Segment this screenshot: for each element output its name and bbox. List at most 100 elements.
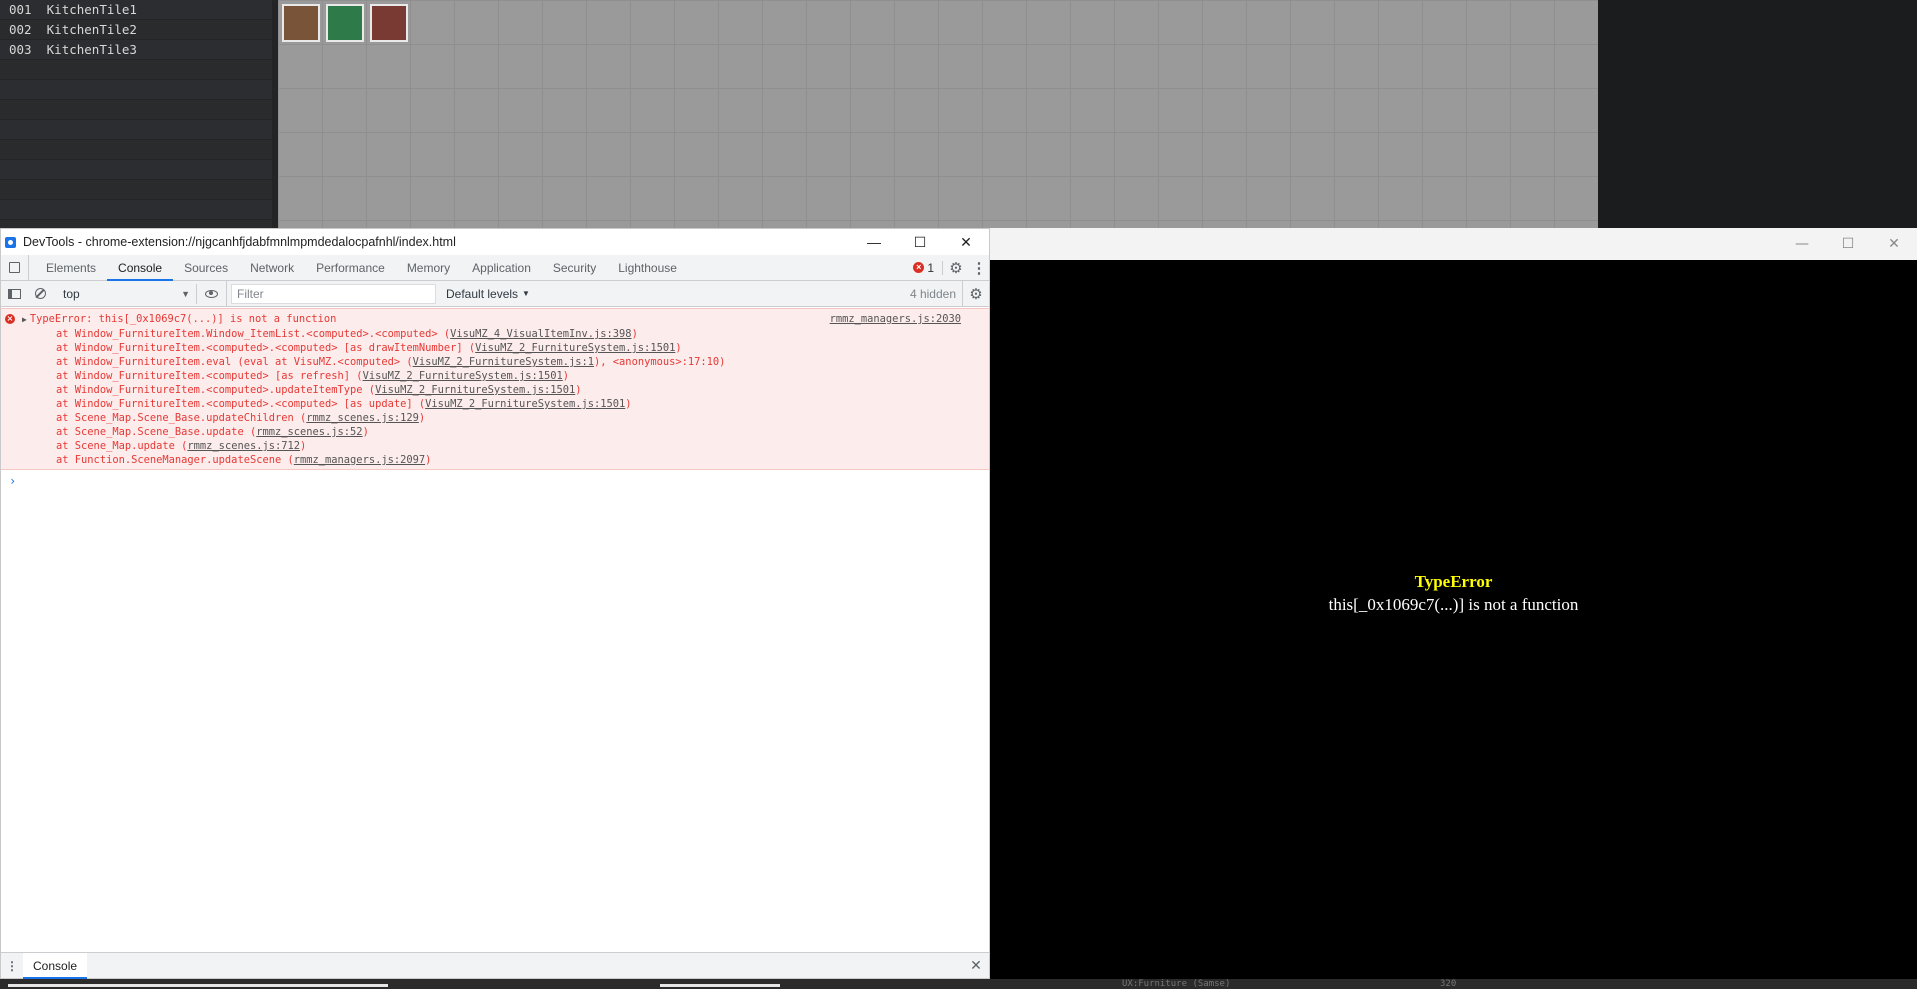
live-expression-eye-icon[interactable] <box>197 280 227 307</box>
console-error-message[interactable]: × rmmz_managers.js:2030 ▶ TypeError: this… <box>1 308 989 470</box>
list-item-empty[interactable] <box>0 120 272 140</box>
close-drawer-icon[interactable]: ✕ <box>963 957 989 974</box>
maximize-icon[interactable]: ☐ <box>1825 228 1871 260</box>
list-item[interactable]: 003 KitchenTile3 <box>0 40 272 60</box>
stack-frame-link[interactable]: rmmz_scenes.js:52 <box>256 426 362 438</box>
stack-frame-text: at Scene_Map.Scene_Base.updateChildren ( <box>31 412 307 424</box>
maximize-icon[interactable]: ☐ <box>897 229 943 255</box>
stack-frame-link[interactable]: VisuMZ_2_FurnitureSystem.js:1501 <box>425 398 625 410</box>
drawer-bar: ⋮ Console ✕ <box>1 952 989 979</box>
stack-frame-tail: ), <anonymous>:17:10) <box>594 356 726 368</box>
more-options-icon[interactable]: ⋮ <box>969 259 989 277</box>
minimize-icon[interactable]: — <box>1779 228 1825 260</box>
tile-swatch[interactable] <box>326 4 364 42</box>
console-prompt[interactable]: › <box>1 470 989 492</box>
stack-frame-link[interactable]: rmmz_scenes.js:712 <box>187 440 300 452</box>
list-item-empty[interactable] <box>0 200 272 220</box>
close-icon[interactable]: ✕ <box>943 229 989 255</box>
stack-frame: at Window_FurnitureItem.Window_ItemList.… <box>1 327 989 341</box>
stack-frame: at Window_FurnitureItem.<computed>.<comp… <box>1 397 989 411</box>
error-message-text: TypeError: this[_0x1069c7(...)] is not a… <box>29 313 337 325</box>
console-output[interactable]: × rmmz_managers.js:2030 ▶ TypeError: this… <box>1 308 989 952</box>
list-item-empty[interactable] <box>0 100 272 120</box>
tab-application[interactable]: Application <box>461 255 542 281</box>
stack-frame-tail: ) <box>425 454 432 466</box>
hidden-messages-count: 4 hidden <box>910 280 963 307</box>
taskbar-strip: UX:Furniture (Samse) 320 <box>0 979 1917 989</box>
drawer-tab-console[interactable]: Console <box>23 952 88 979</box>
stack-frame: at Window_FurnitureItem.<computed>.updat… <box>1 383 989 397</box>
error-count: 1 <box>927 260 934 275</box>
error-source-link[interactable]: rmmz_managers.js:2030 <box>830 312 961 326</box>
close-icon[interactable]: ✕ <box>1871 228 1917 260</box>
list-item-name: KitchenTile1 <box>46 2 137 17</box>
expand-triangle-icon[interactable]: ▶ <box>22 313 27 327</box>
error-count-badge[interactable]: × 1 <box>905 260 943 275</box>
stack-frame-text: at Scene_Map.update ( <box>31 440 188 452</box>
console-settings-gear-icon[interactable]: ⚙ <box>963 285 989 303</box>
log-levels-dropdown[interactable]: Default levels ▼ <box>446 287 530 301</box>
stack-frame-text: at Window_FurnitureItem.eval (eval at Vi… <box>31 356 413 368</box>
tab-console[interactable]: Console <box>107 255 174 281</box>
stack-frame-link[interactable]: rmmz_scenes.js:129 <box>306 412 419 424</box>
error-icon: × <box>913 262 925 273</box>
stack-frame-tail: ) <box>418 412 426 424</box>
tab-sources[interactable]: Sources <box>173 255 239 281</box>
list-item-empty[interactable] <box>0 160 272 180</box>
strip-text-left: UX:Furniture (Samse) <box>1122 979 1231 989</box>
drawer-menu-icon[interactable]: ⋮ <box>1 959 23 973</box>
clear-console-icon[interactable] <box>27 281 53 307</box>
stack-frame-text: at Window_FurnitureItem.Window_ItemList.… <box>31 328 451 340</box>
list-item[interactable]: 002 KitchenTile2 <box>0 20 272 40</box>
list-item-name: KitchenTile3 <box>46 42 137 57</box>
tab-elements[interactable]: Elements <box>35 255 107 281</box>
stack-frame-tail: ) <box>300 440 307 452</box>
stack-frame-tail: ) <box>362 426 369 438</box>
list-item-number: 001 <box>9 2 32 17</box>
tab-network[interactable]: Network <box>239 255 305 281</box>
stack-frame: at Window_FurnitureItem.<computed> [as r… <box>1 369 989 383</box>
tab-lighthouse[interactable]: Lighthouse <box>607 255 688 281</box>
list-item-empty[interactable] <box>0 60 272 80</box>
tile-swatch[interactable] <box>282 4 320 42</box>
stack-frame-link[interactable]: VisuMZ_2_FurnitureSystem.js:1501 <box>375 384 575 396</box>
stack-frame-link[interactable]: rmmz_managers.js:2097 <box>294 454 425 466</box>
stack-frame-text: at Window_FurnitureItem.<computed> [as r… <box>31 370 363 382</box>
tabbar-actions: × 1 ⚙ ⋮ <box>905 255 989 281</box>
tileset-grid[interactable] <box>278 0 1598 228</box>
inspect-element-icon[interactable] <box>1 254 29 281</box>
game-error-title: TypeError <box>1414 572 1493 591</box>
list-item-empty[interactable] <box>0 80 272 100</box>
minimize-icon[interactable]: — <box>851 229 897 255</box>
log-levels-label: Default levels <box>446 286 519 301</box>
stack-frame-text: at Scene_Map.Scene_Base.update ( <box>31 426 257 438</box>
stack-frame: at Scene_Map.update (rmmz_scenes.js:712) <box>1 439 989 453</box>
stack-frame-link[interactable]: VisuMZ_2_FurnitureSystem.js:1501 <box>475 342 675 354</box>
stack-frame: at Window_FurnitureItem.<computed>.<comp… <box>1 341 989 355</box>
show-sidebar-icon[interactable] <box>1 281 27 307</box>
dropdown-arrow-icon: ▼ <box>181 288 190 299</box>
strip-text-right: 320 <box>1440 979 1457 989</box>
tab-security[interactable]: Security <box>542 255 607 281</box>
stack-frame-tail: ) <box>562 370 570 382</box>
context-selector[interactable]: top ▼ <box>57 283 197 304</box>
list-item[interactable]: 001 KitchenTile1 <box>0 0 272 20</box>
stack-frame-tail: ) <box>625 398 632 410</box>
stack-frame-link[interactable]: VisuMZ_2_FurnitureSystem.js:1501 <box>363 370 563 382</box>
stack-frame-link[interactable]: VisuMZ_2_FurnitureSystem.js:1 <box>413 356 594 368</box>
tab-performance[interactable]: Performance <box>305 255 396 281</box>
dropdown-arrow-icon: ▼ <box>522 289 530 298</box>
tab-memory[interactable]: Memory <box>396 255 461 281</box>
stack-frame-tail: ) <box>631 328 638 340</box>
list-item-empty[interactable] <box>0 140 272 160</box>
console-toolbar: top ▼ Default levels ▼ 4 hidden ⚙ <box>1 280 989 307</box>
stack-frame-link[interactable]: VisuMZ_4_VisualItemInv.js:398 <box>450 328 631 340</box>
list-item-empty[interactable] <box>0 180 272 200</box>
devtools-titlebar: DevTools - chrome-extension://njgcanhfjd… <box>1 229 989 255</box>
settings-gear-icon[interactable]: ⚙ <box>943 259 969 277</box>
editor-side-panel <box>1598 0 1917 228</box>
tile-swatch[interactable] <box>370 4 408 42</box>
filter-input[interactable] <box>231 283 436 304</box>
stack-frame-tail: ) <box>675 342 682 354</box>
devtools-window: DevTools - chrome-extension://njgcanhfjd… <box>0 228 990 979</box>
